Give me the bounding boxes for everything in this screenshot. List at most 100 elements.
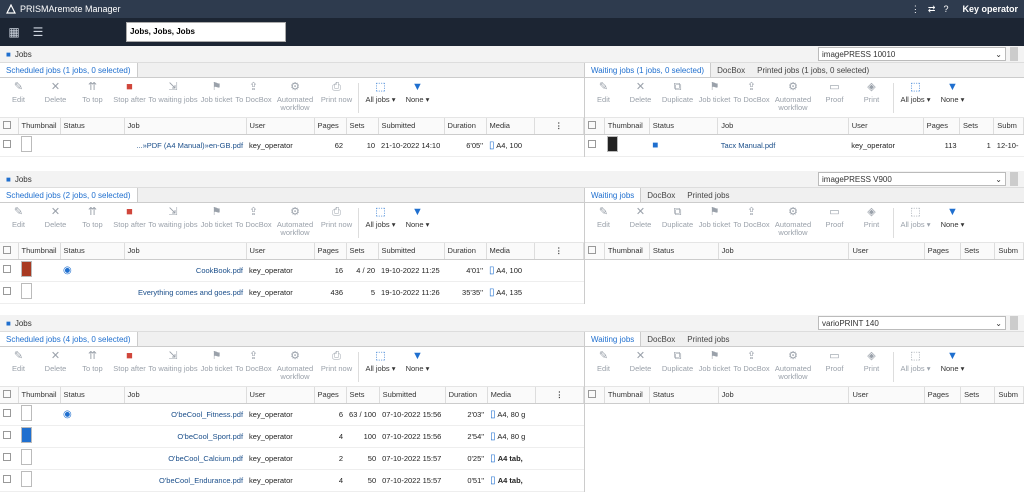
tab-scheduled-jobs[interactable]: Scheduled jobs (4 jobs, 0 selected) xyxy=(0,332,138,346)
column-header[interactable]: Pages xyxy=(924,243,962,260)
row-checkbox-cell[interactable] xyxy=(585,134,605,157)
job-name[interactable]: Everything comes and goes.pdf xyxy=(124,281,247,304)
none-filter[interactable]: ▼ None ▾ xyxy=(934,82,971,104)
job-name[interactable]: O'beCool_Endurance.pdf xyxy=(124,469,247,492)
column-header[interactable]: Pages xyxy=(314,243,347,260)
column-header[interactable]: Pages xyxy=(924,387,962,404)
all-jobs-filter[interactable]: ⬚ All jobs ▾ xyxy=(897,207,934,229)
select-all-header[interactable] xyxy=(585,243,605,260)
column-header[interactable]: Submitted xyxy=(378,243,445,260)
user-name[interactable]: Key operator xyxy=(962,4,1018,14)
toolbar-button[interactable]: ⚑ Job ticket xyxy=(198,82,235,104)
column-header[interactable]: Media xyxy=(487,387,536,404)
scroll-handle[interactable] xyxy=(1010,316,1018,330)
toolbar-button[interactable]: ⇪ To DocBox xyxy=(733,351,770,373)
toolbar-button[interactable]: ⚑ Job ticket xyxy=(696,351,733,373)
column-header[interactable]: Status xyxy=(60,243,125,260)
column-header[interactable]: Submitted xyxy=(379,387,446,404)
help-icon[interactable]: ? xyxy=(943,4,948,14)
toolbar-button[interactable]: ◈ Print xyxy=(853,82,890,104)
tab-right-0[interactable]: Waiting jobs xyxy=(585,188,642,202)
column-header[interactable]: User xyxy=(246,118,315,135)
toolbar-button[interactable]: ✎ Edit xyxy=(0,82,37,104)
column-header[interactable]: Status xyxy=(60,118,125,135)
job-name[interactable]: O'beCool_Fitness.pdf xyxy=(124,403,247,426)
none-filter[interactable]: ▼ None ▾ xyxy=(934,207,971,229)
table-row[interactable]: O'beCool_Sport.pdf key_operator 4 100 07… xyxy=(0,425,584,448)
toolbar-button[interactable]: ⎙ Print now xyxy=(318,207,355,229)
column-header[interactable]: User xyxy=(848,118,924,135)
grid-icon[interactable]: ▦ xyxy=(6,25,22,39)
toolbar-button[interactable]: ▭ Proof xyxy=(816,207,853,229)
column-header[interactable]: Job xyxy=(124,118,247,135)
toolbar-button[interactable]: ⚙ Automated workflow xyxy=(272,82,318,112)
column-header[interactable]: User xyxy=(848,243,925,260)
toolbar-button[interactable]: ⇲ To waiting jobs xyxy=(148,82,198,104)
toolbar-button[interactable]: ✕ Delete xyxy=(37,207,74,229)
toolbar-button[interactable]: ⎙ Print now xyxy=(318,351,355,373)
toolbar-button[interactable]: ✕ Delete xyxy=(37,82,74,104)
menu-icon[interactable]: ☰ xyxy=(30,25,46,39)
column-header[interactable]: Thumbnail xyxy=(18,118,61,135)
column-header[interactable]: Duration xyxy=(444,118,487,135)
toolbar-button[interactable]: ⇲ To waiting jobs xyxy=(148,351,198,373)
none-filter[interactable]: ▼ None ▾ xyxy=(399,351,436,373)
none-filter[interactable]: ▼ None ▾ xyxy=(399,82,436,104)
toolbar-button[interactable]: ✕ Delete xyxy=(37,351,74,373)
toolbar-button[interactable]: ⚙ Automated workflow xyxy=(770,82,816,112)
column-header[interactable]: Subm xyxy=(993,118,1024,135)
column-header[interactable]: User xyxy=(246,243,315,260)
toolbar-button[interactable]: ⇈ To top xyxy=(74,207,111,229)
toolbar-button[interactable]: ✎ Edit xyxy=(0,351,37,373)
checkbox[interactable] xyxy=(3,409,11,417)
table-row[interactable]: Everything comes and goes.pdf key_operat… xyxy=(0,281,584,304)
none-filter[interactable]: ▼ None ▾ xyxy=(934,351,971,373)
column-header[interactable]: Media xyxy=(486,243,535,260)
select-all-header[interactable] xyxy=(0,118,19,135)
toolbar-button[interactable]: ⇈ To top xyxy=(74,82,111,104)
column-header[interactable]: Submitted xyxy=(378,118,445,135)
table-row[interactable]: O'beCool_Endurance.pdf key_operator 4 50… xyxy=(0,469,584,492)
toolbar-button[interactable]: ⇪ To DocBox xyxy=(235,207,272,229)
column-header[interactable]: Job xyxy=(718,387,850,404)
checkbox[interactable] xyxy=(588,245,596,254)
printer-select[interactable]: imagePRESS V900 ⌄ xyxy=(818,172,1006,186)
column-header[interactable]: Job xyxy=(718,243,850,260)
row-checkbox-cell[interactable] xyxy=(0,447,18,470)
checkbox[interactable] xyxy=(3,140,11,148)
printer-select[interactable]: varioPRINT 140 ⌄ xyxy=(818,316,1006,330)
job-name[interactable]: ...»PDF (A4 Manual)»en-GB.pdf xyxy=(124,134,247,157)
column-header[interactable]: Sets xyxy=(346,118,379,135)
toolbar-button[interactable]: ■ Stop after xyxy=(111,351,148,373)
checkbox[interactable] xyxy=(3,287,11,295)
toolbar-button[interactable]: ⚑ Job ticket xyxy=(696,82,733,104)
select-all-header[interactable] xyxy=(0,243,19,260)
tab-right-2[interactable]: Printed jobs (1 jobs, 0 selected) xyxy=(751,63,875,77)
toolbar-button[interactable]: ⚑ Job ticket xyxy=(198,207,235,229)
table-row[interactable]: ...»PDF (A4 Manual)»en-GB.pdf key_operat… xyxy=(0,134,584,157)
job-name[interactable]: O'beCool_Sport.pdf xyxy=(124,425,247,448)
tab-right-0[interactable]: Waiting jobs xyxy=(585,332,642,346)
toolbar-button[interactable]: ✎ Edit xyxy=(585,351,622,373)
tab-right-2[interactable]: Printed jobs xyxy=(681,188,735,202)
toolbar-button[interactable]: ▭ Proof xyxy=(816,82,853,104)
toolbar-button[interactable]: ⇪ To DocBox xyxy=(235,82,272,104)
toolbar-button[interactable]: ⇪ To DocBox xyxy=(235,351,272,373)
translate-icon[interactable]: ⇄ xyxy=(928,4,936,15)
column-header[interactable]: Sets xyxy=(960,243,996,260)
row-checkbox-cell[interactable] xyxy=(0,469,18,492)
column-header[interactable]: Sets xyxy=(959,118,995,135)
column-header[interactable]: Pages xyxy=(314,118,347,135)
table-row[interactable]: ■ Tacx Manual.pdf key_operator 113 1 12-… xyxy=(585,134,1024,157)
job-name[interactable]: O'beCool_Calcium.pdf xyxy=(124,447,247,470)
toolbar-button[interactable]: ⧉ Duplicate xyxy=(659,351,696,373)
row-checkbox-cell[interactable] xyxy=(0,259,18,282)
row-checkbox-cell[interactable] xyxy=(0,425,18,448)
tab-scheduled-jobs[interactable]: Scheduled jobs (1 jobs, 0 selected) xyxy=(0,63,138,77)
toolbar-button[interactable]: ⧉ Duplicate xyxy=(659,82,696,104)
scroll-handle[interactable] xyxy=(1010,172,1018,186)
checkbox[interactable] xyxy=(588,140,596,148)
toolbar-button[interactable]: ✎ Edit xyxy=(585,82,622,104)
column-header[interactable]: Thumbnail xyxy=(604,243,650,260)
column-header[interactable]: Duration xyxy=(445,387,488,404)
